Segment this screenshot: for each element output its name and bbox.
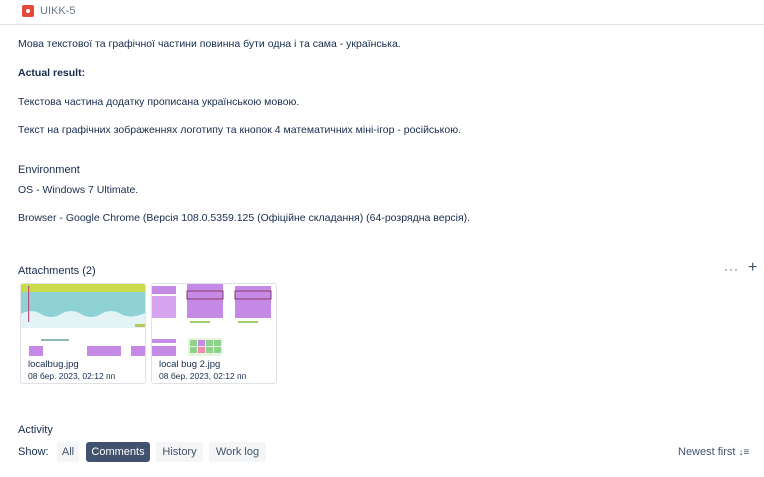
attachment-thumbnail [21,284,145,356]
environment-os: OS - Windows 7 Ultimate. [18,184,139,196]
attachment-card[interactable]: local bug 2.jpg 08 бер. 2023, 02:12 пп [151,283,277,384]
sort-order-toggle[interactable]: Newest first ↓≡ [678,446,749,458]
description-line: Текст на графічних зображеннях логотипу … [18,124,461,136]
tab-work-log[interactable]: Work log [209,442,266,462]
attachment-card[interactable]: localbug.jpg 08 бер. 2023, 02:12 пп [20,283,146,384]
actual-result-heading: Actual result: [18,67,86,79]
description-line: Мова текстової та графічної частини пови… [18,38,401,50]
tab-all[interactable]: All [57,442,79,462]
more-options-icon[interactable]: ··· [724,262,739,276]
environment-browser: Browser - Google Chrome (Версія 108.0.53… [18,212,471,224]
environment-heading: Environment [18,164,80,176]
tab-comments[interactable]: Comments [86,442,150,462]
description-line: Текстова частина додатку прописана украї… [18,96,300,108]
add-attachment-icon[interactable]: + [748,259,757,277]
bug-icon [22,5,34,17]
issue-key-link[interactable]: UIKK-5 [40,5,75,17]
activity-heading: Activity [18,424,53,436]
attachment-date: 08 бер. 2023, 02:12 пп [159,371,247,381]
attachment-filename: localbug.jpg [28,359,79,370]
show-label: Show: [18,446,49,458]
attachment-thumbnail [152,284,276,356]
attachment-date: 08 бер. 2023, 02:12 пп [28,371,116,381]
attachment-filename: local bug 2.jpg [159,359,221,370]
sort-order-label: Newest first [678,446,736,458]
attachments-heading: Attachments (2) [18,265,96,277]
tab-history[interactable]: History [156,442,203,462]
issue-header: UIKK-5 [0,0,764,25]
sort-icon: ↓≡ [738,447,750,458]
